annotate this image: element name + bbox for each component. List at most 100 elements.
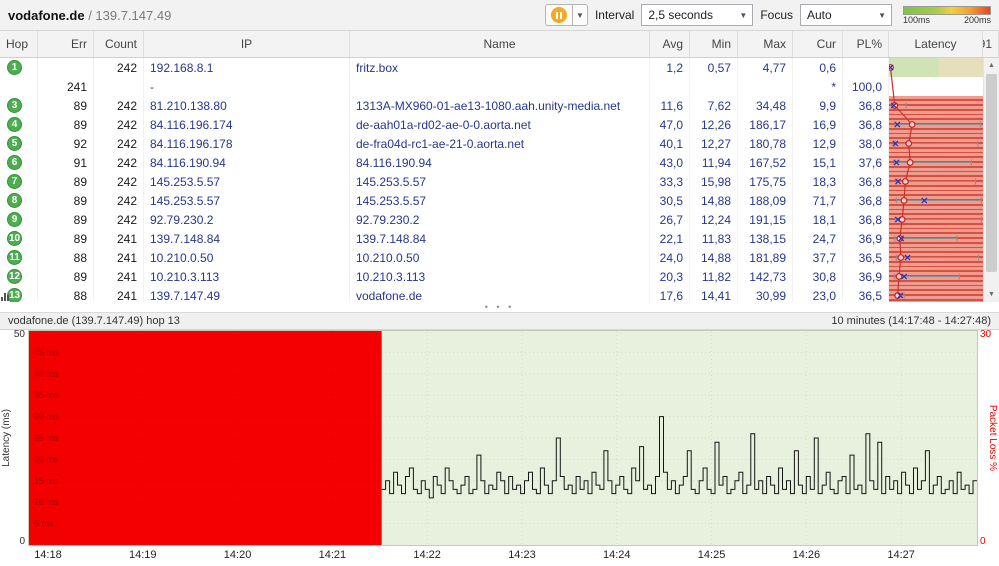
x-tick-label: 14:20 bbox=[223, 549, 252, 561]
table-row[interactable]: 5 92 242 84.116.196.178 de-fra04d-rc1-ae-21-… bbox=[0, 134, 999, 153]
count-cell: 242 bbox=[94, 191, 144, 210]
count-cell: 241 bbox=[94, 229, 144, 248]
table-row[interactable]: 12 89 241 10.210.3.113 10.210.3.113 20,3 11,82… bbox=[0, 267, 999, 286]
hop-cell: 3 bbox=[0, 96, 38, 115]
hop-number-badge: 9 bbox=[7, 212, 22, 227]
latency-minigraph-cell bbox=[889, 248, 983, 267]
max-cell: 186,17 bbox=[738, 115, 793, 134]
x-tick-label: 14:25 bbox=[697, 549, 726, 561]
table-row[interactable]: 11 88 241 10.210.0.50 10.210.0.50 24,0 14,88 18… bbox=[0, 248, 999, 267]
scroll-up-icon[interactable]: ▲ bbox=[984, 58, 999, 73]
pause-dropdown-button[interactable]: ▼ bbox=[572, 4, 588, 26]
column-header-ip[interactable]: IP bbox=[144, 31, 350, 57]
cur-cell: 37,7 bbox=[793, 248, 843, 267]
name-cell: 145.253.5.57 bbox=[350, 172, 650, 191]
max-cell: 167,52 bbox=[738, 153, 793, 172]
scrollbar-thumb[interactable] bbox=[986, 74, 997, 272]
column-header-name[interactable]: Name bbox=[350, 31, 650, 57]
x-tick-label: 14:19 bbox=[128, 549, 157, 561]
column-header-count[interactable]: Count bbox=[94, 31, 144, 57]
max-cell: 138,15 bbox=[738, 229, 793, 248]
focus-graph-title: vodafone.de (139.7.147.49) hop 13 bbox=[8, 315, 180, 327]
grid-label: 5 ms bbox=[34, 519, 54, 529]
hop-table-body: 1 242 192.168.8.1 fritz.box 1,2 0,57 4,77 0,6 24… bbox=[0, 58, 999, 302]
latency-minigraph-cell bbox=[889, 77, 983, 96]
ip-cell: 84.116.190.94 bbox=[144, 153, 350, 172]
interval-select[interactable]: 2,5 seconds ▼ bbox=[641, 4, 754, 26]
timeline-plot[interactable]: 45 ms 40 ms 35 ms 30 ms 25 ms 20 ms 15 ms 10 ms… bbox=[28, 330, 978, 546]
pl-cell: 36,5 bbox=[843, 248, 889, 267]
count-cell: 242 bbox=[94, 96, 144, 115]
grid-label: 40 ms bbox=[34, 369, 59, 379]
cur-cell: 9,9 bbox=[793, 96, 843, 115]
count-cell: 242 bbox=[94, 115, 144, 134]
pl-cell: 36,8 bbox=[843, 210, 889, 229]
table-row[interactable]: 1 242 192.168.8.1 fritz.box 1,2 0,57 4,77 0,6 bbox=[0, 58, 999, 77]
err-cell: 91 bbox=[38, 153, 94, 172]
avg-cell: 20,3 bbox=[650, 267, 690, 286]
table-row[interactable]: 13 88 241 139.7.147.49 vodafone.de 17,6 14,41 3… bbox=[0, 286, 999, 302]
avg-cell: 11,6 bbox=[650, 96, 690, 115]
pause-button[interactable] bbox=[544, 4, 573, 26]
pl-cell: 36,8 bbox=[843, 96, 889, 115]
name-cell: 84.116.190.94 bbox=[350, 153, 650, 172]
avg-cell: 22,1 bbox=[650, 229, 690, 248]
table-header: Hop Err Count IP Name Avg Min Max Cur PL… bbox=[0, 31, 999, 58]
latency-axis-label: Latency (ms) bbox=[1, 409, 12, 467]
latency-minigraph-cell bbox=[889, 229, 983, 248]
table-row[interactable]: 7 89 242 145.253.5.57 145.253.5.57 33,3 15,98 1… bbox=[0, 172, 999, 191]
min-cell bbox=[690, 77, 738, 96]
column-header-cur[interactable]: Cur bbox=[793, 31, 843, 57]
column-header-max[interactable]: Max bbox=[738, 31, 793, 57]
err-cell: 89 bbox=[38, 210, 94, 229]
max-cell: 175,75 bbox=[738, 172, 793, 191]
pl-cell: 36,8 bbox=[843, 191, 889, 210]
chevron-down-icon: ▼ bbox=[575, 10, 584, 20]
target-ip: / 139.7.147.49 bbox=[84, 7, 172, 23]
table-row[interactable]: 9 89 242 92.79.230.2 92.79.230.2 26,7 12,24 191… bbox=[0, 210, 999, 229]
count-cell: 242 bbox=[94, 153, 144, 172]
ip-cell: 10.210.0.50 bbox=[144, 248, 350, 267]
hop-cell: 4 bbox=[0, 115, 38, 134]
time-axis: 14:18 14:19 14:20 14:21 14:22 14:23 14:24 14:25… bbox=[0, 546, 999, 566]
splitter[interactable]: • • • bbox=[0, 302, 999, 312]
column-header-avg[interactable]: Avg bbox=[650, 31, 690, 57]
vertical-scrollbar[interactable]: ▲ ▼ bbox=[983, 58, 999, 302]
column-header-latency[interactable]: Latency bbox=[889, 31, 983, 57]
max-cell: 142,73 bbox=[738, 267, 793, 286]
column-header-pl[interactable]: PL% bbox=[843, 31, 889, 57]
focus-select[interactable]: Auto ▼ bbox=[800, 4, 892, 26]
column-header-err[interactable]: Err bbox=[38, 31, 94, 57]
name-cell: 10.210.3.113 bbox=[350, 267, 650, 286]
hop-cell: 9 bbox=[0, 210, 38, 229]
min-cell: 12,26 bbox=[690, 115, 738, 134]
table-row[interactable]: 10 89 241 139.7.148.84 139.7.148.84 22,1 11,83… bbox=[0, 229, 999, 248]
count-cell: 242 bbox=[94, 172, 144, 191]
grid-label: 45 ms bbox=[34, 347, 59, 357]
scroll-down-icon[interactable]: ▼ bbox=[984, 287, 999, 302]
cur-cell: 18,1 bbox=[793, 210, 843, 229]
cur-cell: 12,9 bbox=[793, 134, 843, 153]
table-row[interactable]: 8 89 242 145.253.5.57 145.253.5.57 30,5 14,88 1… bbox=[0, 191, 999, 210]
avg-cell: 43,0 bbox=[650, 153, 690, 172]
column-header-hop[interactable]: Hop bbox=[0, 31, 38, 57]
x-tick-label: 14:23 bbox=[508, 549, 536, 561]
focus-value: Auto bbox=[807, 8, 832, 22]
hop-cell: 5 bbox=[0, 134, 38, 153]
pl-cell bbox=[843, 58, 889, 77]
err-cell bbox=[38, 58, 94, 77]
table-row[interactable]: 241 - * 100,0 bbox=[0, 77, 999, 96]
table-row[interactable]: 3 89 242 81.210.138.80 1313A-MX960-01-ae13-1… bbox=[0, 96, 999, 115]
name-cell: 92.79.230.2 bbox=[350, 210, 650, 229]
table-row[interactable]: 4 89 242 84.116.196.174 de-aah01a-rd02-ae-0-… bbox=[0, 115, 999, 134]
hop-number-badge: 4 bbox=[7, 117, 22, 132]
column-header-min[interactable]: Min bbox=[690, 31, 738, 57]
name-cell: 145.253.5.57 bbox=[350, 191, 650, 210]
cur-cell: 16,9 bbox=[793, 115, 843, 134]
chevron-down-icon: ▼ bbox=[878, 10, 886, 20]
latency-minigraph-cell bbox=[889, 115, 983, 134]
latency-minigraph-cell bbox=[889, 153, 983, 172]
table-row[interactable]: 6 91 242 84.116.190.94 84.116.190.94 43,0 11,9… bbox=[0, 153, 999, 172]
pl-cell: 36,9 bbox=[843, 267, 889, 286]
focus-graph: Latency (ms) 50 0 45 ms 40 ms 35 ms 30 ms 25… bbox=[0, 329, 999, 547]
